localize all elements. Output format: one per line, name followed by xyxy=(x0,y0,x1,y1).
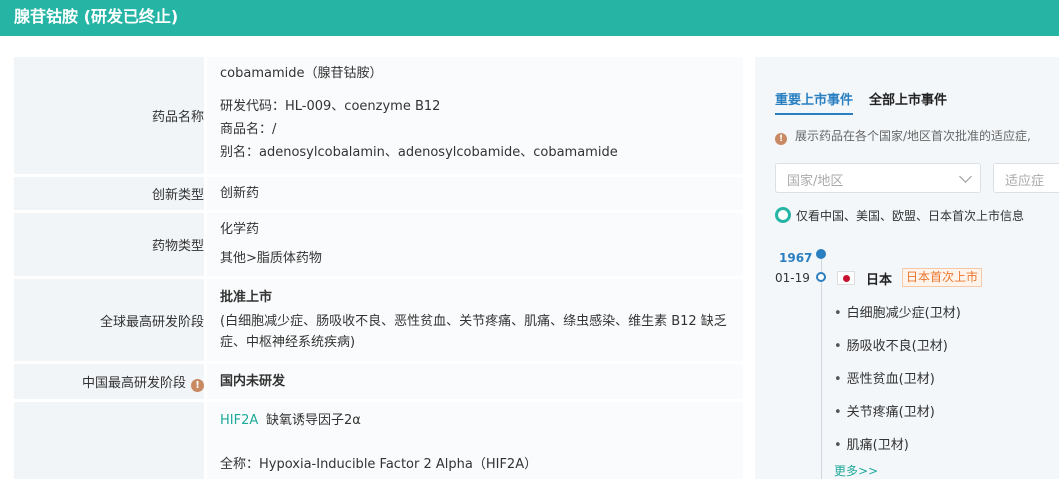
china-stage-label: 中国最高研发阶段 xyxy=(81,375,186,391)
indication-select[interactable]: 适应症 xyxy=(993,163,1059,193)
row-label: 创新类型 xyxy=(151,188,204,203)
timeline-line xyxy=(821,251,822,479)
indication-item: 肠吸收不良(卫材) xyxy=(834,335,948,354)
row-drug-name: 药品名称 cobamamide（腺苷钴胺） 研发代码：HL-009、coenzy… xyxy=(14,57,743,174)
panel-tip: ! 展示药品在各个国家/地区首次批准的适应症, xyxy=(775,127,1031,145)
row-label: 全球最高研发阶段 xyxy=(99,314,204,330)
chevron-down-icon xyxy=(959,170,972,183)
header-bar: 腺苷钴胺 (研发已终止) xyxy=(0,0,1059,36)
global-stage-value: 批准上市 xyxy=(220,290,273,305)
label-cell: 创新类型 xyxy=(14,177,204,210)
timeline-year: 1967 xyxy=(779,251,813,265)
indication-item: 恶性贫血(卫材) xyxy=(834,368,935,387)
tip-text: 展示药品在各个国家/地区首次批准的适应症, xyxy=(795,129,1031,143)
page-title: 腺苷钴胺 (研发已终止) xyxy=(14,7,179,26)
timeline-event-dot xyxy=(816,272,826,282)
global-indications-line2: 症、中枢神经系统疾病) xyxy=(220,335,356,350)
value-cell: HIF2A 缺氧诱导因子2α 全称：Hypoxia-Inducible Fact… xyxy=(207,402,743,479)
timeline-year-dot xyxy=(816,249,826,259)
more-link[interactable]: 更多>> xyxy=(834,462,878,479)
active-tab-underline xyxy=(775,113,853,115)
row-global-stage: 全球最高研发阶段 批准上市 (白细胞减少症、肠吸收不良、恶性贫血、关节疼痛、肌痛… xyxy=(14,279,743,361)
first-launch-badge: 日本首次上市 xyxy=(902,268,983,287)
indication-item: 白细胞减少症(卫材) xyxy=(834,302,961,321)
label-cell: 药品名称 xyxy=(14,57,204,174)
first-launch-filter-radio[interactable] xyxy=(775,207,791,223)
label-cell xyxy=(14,402,204,479)
innovation-type-value: 创新药 xyxy=(220,186,260,201)
value-cell: 创新药 xyxy=(207,177,743,210)
value-cell: 国内未研发 xyxy=(207,364,743,399)
target-code-link[interactable]: HIF2A xyxy=(220,412,258,430)
timeline-date: 01-19 xyxy=(775,271,810,285)
target-name: 缺氧诱导因子2α xyxy=(266,413,361,428)
global-indications-line1: (白细胞减少症、肠吸收不良、恶性贫血、关节疼痛、肌痛、绦虫感染、维生素 B12 … xyxy=(220,314,727,329)
launch-events-panel: 重要上市事件 全部上市事件 ! 展示药品在各个国家/地区首次批准的适应症, 国家/… xyxy=(755,57,1059,479)
drug-trade-name: 商品名：/ xyxy=(220,122,277,137)
indication-select-placeholder: 适应症 xyxy=(1005,174,1045,189)
info-icon[interactable]: ! xyxy=(191,378,204,392)
row-innovation-type: 创新类型 创新药 xyxy=(14,177,743,210)
label-cell: 药物类型 xyxy=(14,213,204,276)
value-cell: cobamamide（腺苷钴胺） 研发代码：HL-009、coenzyme B1… xyxy=(207,57,743,174)
china-stage-value: 国内未研发 xyxy=(220,374,286,389)
value-cell: 批准上市 (白细胞减少症、肠吸收不良、恶性贫血、关节疼痛、肌痛、绦虫感染、维生素… xyxy=(207,279,743,361)
row-china-stage: 中国最高研发阶段! 国内未研发 xyxy=(14,364,743,399)
drug-alias: 别名：adenosylcobalamin、adenosylcobamide、co… xyxy=(220,145,618,160)
row-target: HIF2A 缺氧诱导因子2α 全称：Hypoxia-Inducible Fact… xyxy=(14,402,743,479)
label-cell: 全球最高研发阶段 xyxy=(14,279,204,361)
label-cell: 中国最高研发阶段! xyxy=(14,364,204,399)
event-country: 日本 xyxy=(866,273,893,288)
country-select[interactable]: 国家/地区 xyxy=(775,163,981,193)
row-label: 药物类型 xyxy=(151,239,204,254)
row-label: 药品名称 xyxy=(151,110,204,125)
info-icon: ! xyxy=(775,133,787,145)
indication-item: 关节疼痛(卫材) xyxy=(834,401,935,420)
indication-item: 肌痛(卫材) xyxy=(834,434,909,453)
row-label: 中国最高研发阶段! xyxy=(82,372,204,392)
drug-type-subvalue: 其他>脂质体药物 xyxy=(220,251,322,266)
japan-flag-icon xyxy=(837,271,855,285)
tab-key-launch-events[interactable]: 重要上市事件 xyxy=(775,89,853,108)
drug-code: 研发代码：HL-009、coenzyme B12 xyxy=(220,99,441,114)
tab-all-launch-events[interactable]: 全部上市事件 xyxy=(869,89,947,108)
first-launch-filter-label[interactable]: 仅看中国、美国、欧盟、日本首次上市信息 xyxy=(796,207,1024,224)
row-drug-type: 药物类型 化学药 其他>脂质体药物 xyxy=(14,213,743,276)
drug-type-value: 化学药 xyxy=(220,222,260,237)
target-fullname: 全称：Hypoxia-Inducible Factor 2 Alpha（HIF2… xyxy=(220,457,538,472)
value-cell: 化学药 其他>脂质体药物 xyxy=(207,213,743,276)
drug-main-name: cobamamide（腺苷钴胺） xyxy=(220,66,383,81)
country-select-placeholder: 国家/地区 xyxy=(787,174,844,189)
